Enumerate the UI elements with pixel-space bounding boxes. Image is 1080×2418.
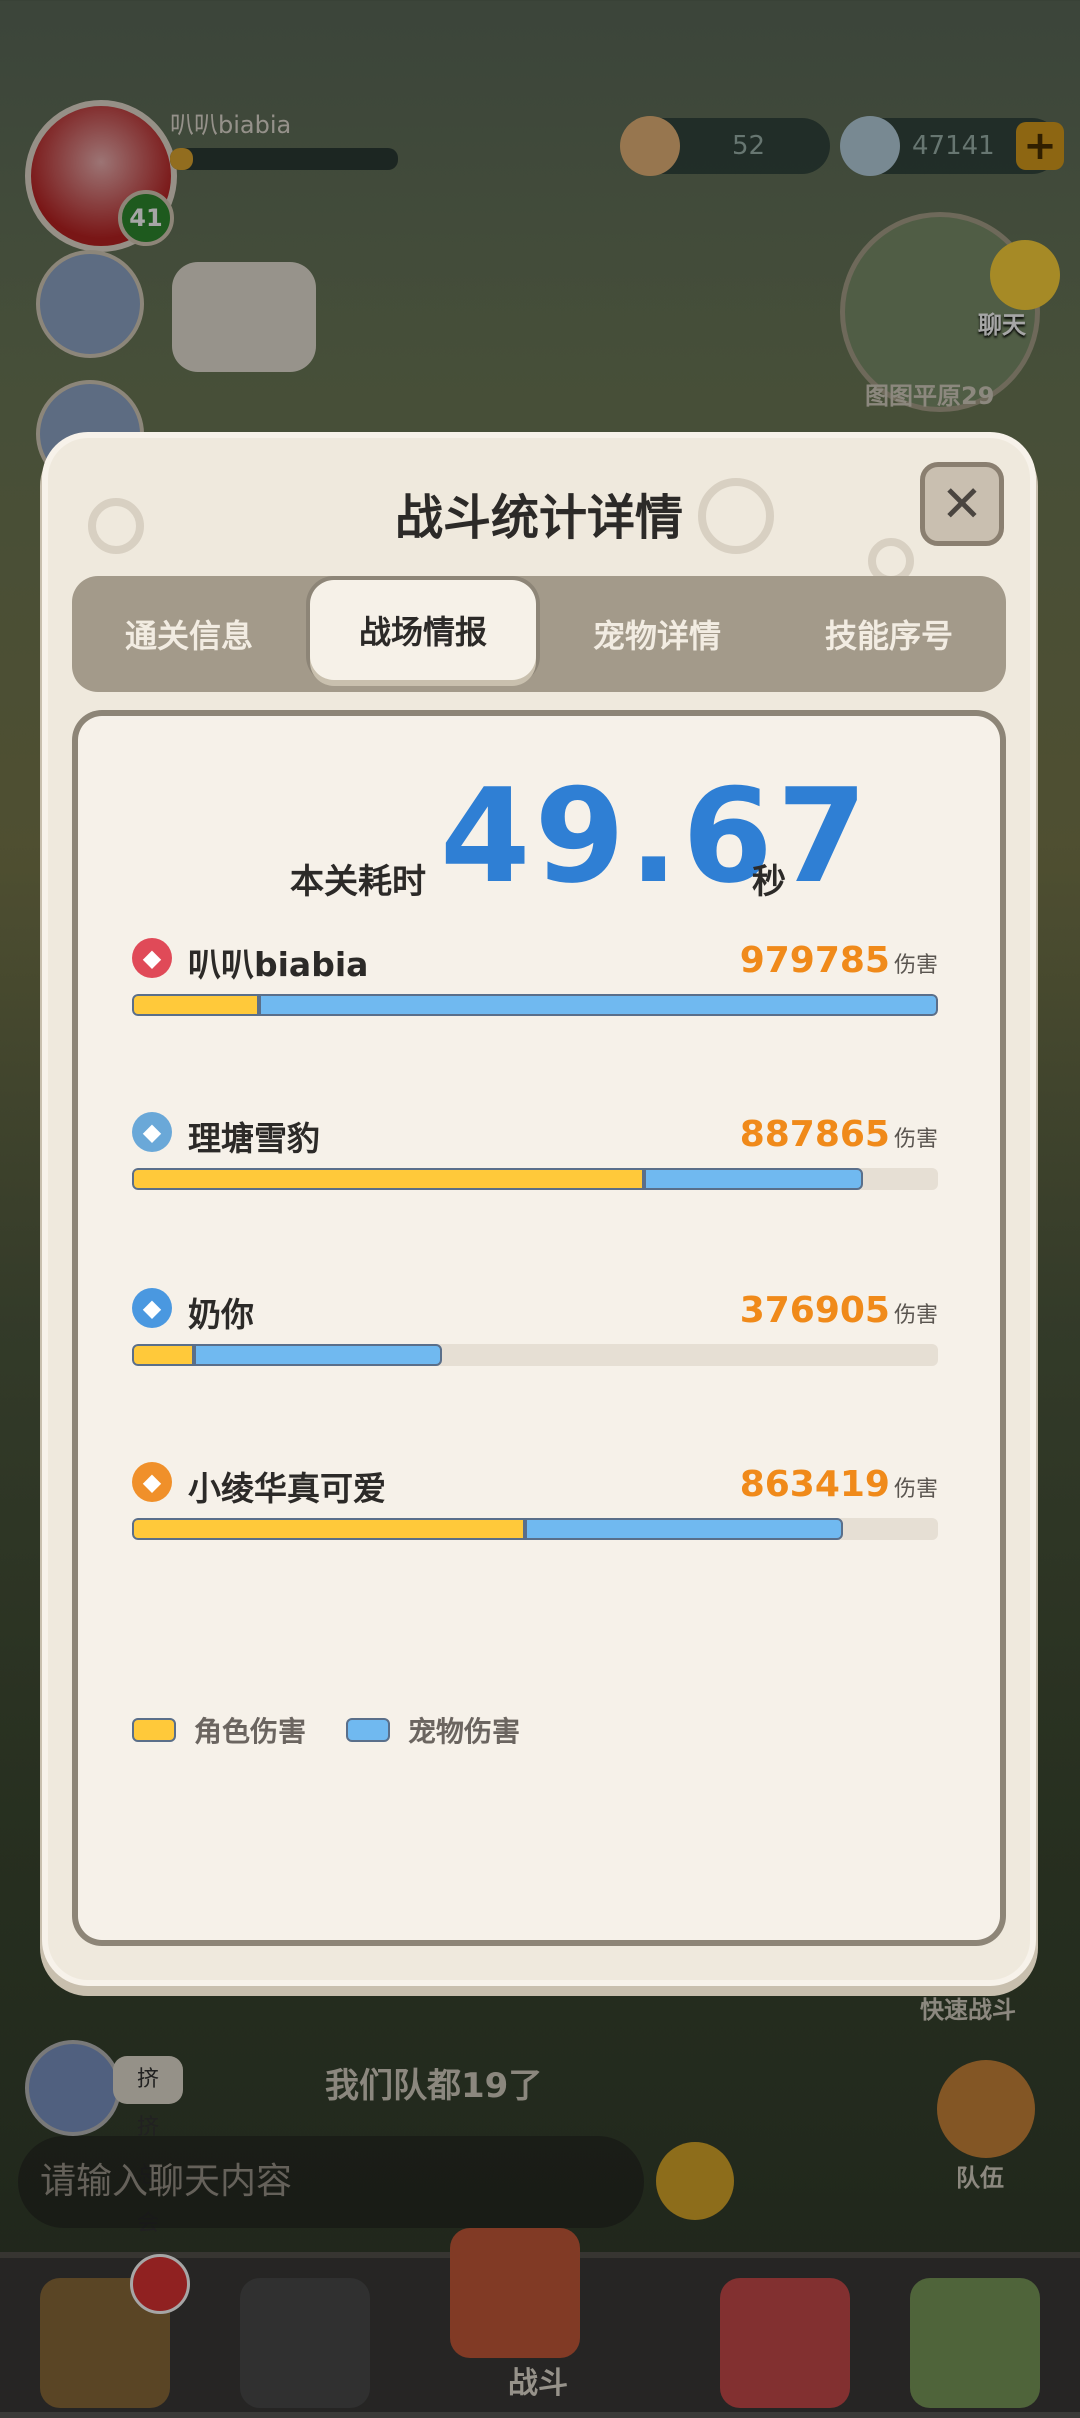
clear-time-row: 本关耗时 49.67 秒 bbox=[72, 760, 1006, 912]
player-name: 奶你 bbox=[188, 1295, 254, 1334]
tab-clear-info[interactable]: 通关信息 bbox=[72, 576, 306, 692]
pet-damage-segment bbox=[194, 1344, 442, 1366]
damage-total: 887865 伤害 bbox=[740, 1114, 938, 1155]
damage-bar bbox=[132, 1344, 938, 1366]
orange-flame-icon: ◆ bbox=[132, 1462, 172, 1502]
character-damage-segment bbox=[132, 1168, 644, 1190]
player-name: 叭叭biabia bbox=[188, 945, 369, 984]
legend-pet-swatch bbox=[346, 1718, 390, 1742]
tab-bar: 通关信息 战场情报 宠物详情 技能序号 bbox=[72, 576, 1006, 692]
pet-damage-segment bbox=[525, 1518, 843, 1540]
player-name: 小绫华真可爱 bbox=[188, 1469, 386, 1508]
player-damage-row: ◆ 理塘雪豹 887865 伤害 bbox=[132, 1112, 938, 1222]
damage-unit: 伤害 bbox=[893, 1477, 938, 1502]
tab-skill-order[interactable]: 技能序号 bbox=[772, 576, 1006, 692]
pet-damage-segment bbox=[259, 994, 938, 1016]
tab-battlefield-intel[interactable]: 战场情报 bbox=[310, 580, 536, 680]
pet-damage-segment bbox=[644, 1168, 863, 1190]
player-damage-row: ◆ 叭叭biabia 979785 伤害 bbox=[132, 938, 938, 1048]
damage-total: 376905 伤害 bbox=[740, 1290, 938, 1331]
clear-time-value: 49.67 bbox=[440, 760, 872, 912]
blue-swirl-icon: ◆ bbox=[132, 1288, 172, 1328]
character-damage-segment bbox=[132, 1344, 194, 1366]
tab-pet-details[interactable]: 宠物详情 bbox=[552, 576, 762, 692]
character-damage-segment bbox=[132, 994, 259, 1016]
close-button[interactable]: ✕ bbox=[920, 462, 1004, 546]
damage-unit: 伤害 bbox=[893, 1303, 938, 1328]
stats-panel: 本关耗时 49.67 秒 ◆ 叭叭biabia 979785 伤害 ◆ 理塘雪豹 88786… bbox=[72, 710, 1006, 1946]
damage-value: 979785 bbox=[739, 940, 890, 981]
battle-stats-modal: 战斗统计详情 ✕ 通关信息 战场情报 宠物详情 技能序号 本关耗时 49.67 … bbox=[48, 438, 1030, 1980]
legend-char-label: 角色伤害 bbox=[194, 1715, 307, 1748]
character-damage-segment bbox=[132, 1518, 525, 1540]
red-sword-emblem-icon: ◆ bbox=[132, 938, 172, 978]
clear-time-unit: 秒 bbox=[752, 862, 786, 902]
player-damage-row: ◆ 奶你 376905 伤害 bbox=[132, 1288, 938, 1398]
modal-title: 战斗统计详情 bbox=[394, 490, 683, 546]
damage-value: 863419 bbox=[739, 1464, 890, 1505]
legend-char-swatch bbox=[132, 1718, 176, 1742]
blue-crossed-swords-icon: ◆ bbox=[132, 1112, 172, 1152]
damage-value: 376905 bbox=[739, 1290, 890, 1331]
damage-total: 979785 伤害 bbox=[740, 940, 938, 981]
player-damage-row: ◆ 小绫华真可爱 863419 伤害 bbox=[132, 1462, 938, 1572]
damage-unit: 伤害 bbox=[893, 953, 938, 978]
damage-unit: 伤害 bbox=[893, 1127, 938, 1152]
clear-time-label: 本关耗时 bbox=[290, 862, 426, 902]
damage-bar bbox=[132, 1168, 938, 1190]
damage-total: 863419 伤害 bbox=[740, 1464, 938, 1505]
damage-bar bbox=[132, 994, 938, 1016]
damage-bar bbox=[132, 1518, 938, 1540]
legend-pet-label: 宠物伤害 bbox=[408, 1715, 521, 1748]
damage-value: 887865 bbox=[739, 1114, 890, 1155]
player-name: 理塘雪豹 bbox=[188, 1119, 320, 1158]
